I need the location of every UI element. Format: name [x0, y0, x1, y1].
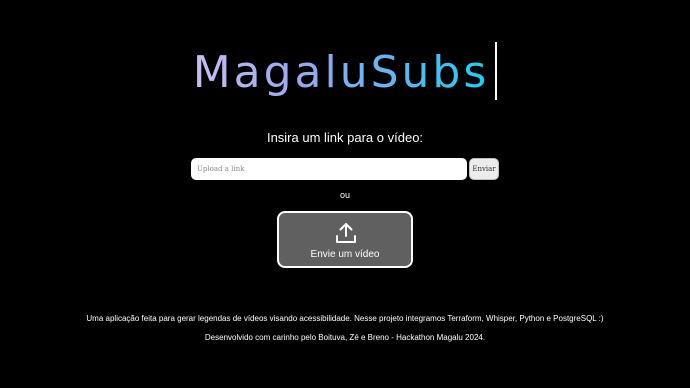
title-container: MagaluSubs	[0, 42, 690, 104]
or-separator: ou	[339, 190, 350, 200]
send-button[interactable]: Enviar	[469, 158, 499, 180]
app-title: MagaluSubs	[193, 42, 490, 104]
typing-caret	[495, 42, 498, 100]
footer-credits: Desenvolvido com carinho pelo Boituva, Z…	[204, 333, 486, 342]
upload-icon	[336, 223, 356, 243]
footer-description: Uma aplicação feita para gerar legendas …	[86, 314, 604, 323]
link-prompt: Insira um link para o vídeo:	[266, 130, 424, 145]
link-input[interactable]	[191, 158, 467, 180]
upload-video-button[interactable]: Envie um vídeo	[277, 211, 413, 268]
upload-video-label: Envie um vídeo	[310, 249, 380, 260]
